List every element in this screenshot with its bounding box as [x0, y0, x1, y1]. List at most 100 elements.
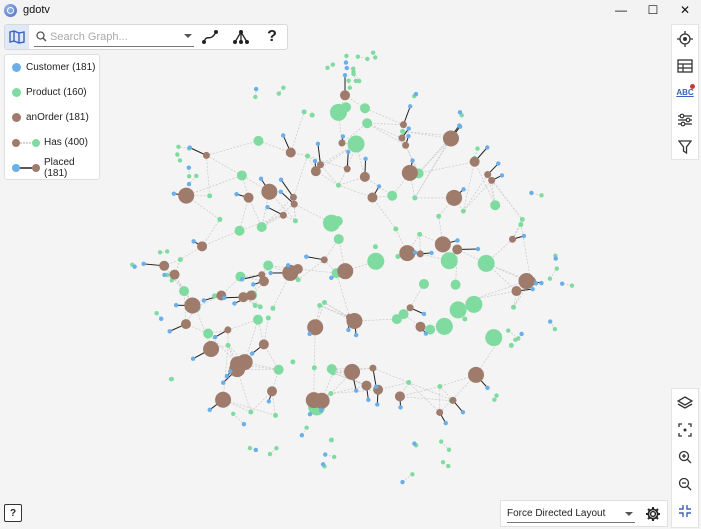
product-node[interactable] — [552, 326, 558, 332]
product-node[interactable] — [247, 445, 253, 451]
product-node[interactable] — [465, 295, 483, 313]
product-node[interactable] — [529, 190, 534, 196]
hierarchy-button[interactable] — [226, 25, 256, 49]
minimize-button[interactable]: — — [605, 0, 637, 20]
customer-node[interactable] — [342, 73, 348, 78]
product-node[interactable] — [304, 425, 309, 430]
product-node[interactable] — [230, 411, 236, 417]
product-node[interactable] — [412, 195, 418, 201]
customer-node[interactable] — [234, 191, 239, 197]
product-node[interactable] — [511, 304, 517, 310]
product-node[interactable] — [548, 319, 553, 324]
customer-node[interactable] — [373, 384, 379, 389]
customer-node[interactable] — [408, 104, 413, 109]
order-node[interactable] — [224, 326, 232, 334]
product-node[interactable] — [343, 60, 349, 65]
order-node[interactable] — [159, 260, 170, 271]
order-node[interactable] — [406, 304, 414, 312]
customer-node[interactable] — [171, 191, 177, 196]
product-node[interactable] — [330, 62, 336, 67]
order-node[interactable] — [345, 313, 353, 321]
product-node[interactable] — [457, 110, 463, 115]
product-node[interactable] — [234, 225, 245, 236]
customer-node[interactable] — [412, 250, 418, 255]
product-node[interactable] — [252, 302, 258, 308]
product-node[interactable] — [494, 340, 500, 346]
product-node[interactable] — [186, 181, 192, 187]
order-node[interactable] — [416, 250, 424, 258]
order-node[interactable] — [180, 319, 191, 330]
customer-node[interactable] — [353, 388, 359, 393]
product-node[interactable] — [351, 66, 356, 71]
order-node[interactable] — [229, 356, 246, 373]
order-node[interactable] — [359, 171, 370, 182]
order-node[interactable] — [316, 161, 324, 169]
customer-node[interactable] — [460, 410, 466, 415]
product-node[interactable] — [446, 463, 451, 469]
customer-node[interactable] — [187, 145, 193, 150]
product-node[interactable] — [492, 397, 497, 402]
product-node[interactable] — [169, 376, 174, 382]
product-node[interactable] — [353, 78, 359, 84]
order-node[interactable] — [202, 151, 210, 159]
filter-button[interactable] — [672, 133, 698, 160]
order-node[interactable] — [511, 286, 522, 297]
customer-node[interactable] — [162, 272, 167, 278]
customer-node[interactable] — [376, 184, 382, 189]
product-node[interactable] — [328, 391, 334, 397]
product-node[interactable] — [194, 173, 199, 179]
legend-item-placed[interactable]: Placed (181) — [5, 155, 99, 180]
customer-node[interactable] — [457, 124, 463, 129]
product-node[interactable] — [516, 336, 521, 341]
product-node[interactable] — [335, 182, 341, 188]
product-node[interactable] — [290, 359, 296, 365]
order-node[interactable] — [399, 245, 416, 262]
product-node[interactable] — [440, 252, 458, 270]
order-node[interactable] — [340, 90, 351, 101]
order-node[interactable] — [292, 264, 303, 275]
order-node[interactable] — [290, 200, 298, 208]
product-node[interactable] — [325, 65, 330, 71]
path-button[interactable] — [195, 25, 225, 49]
chevron-down-icon[interactable] — [184, 34, 192, 38]
product-node[interactable] — [412, 441, 417, 446]
product-node[interactable] — [328, 437, 334, 443]
customer-node[interactable] — [363, 156, 368, 161]
product-node[interactable] — [359, 103, 370, 114]
legend-item-product[interactable]: Product (160) — [5, 80, 99, 105]
product-node[interactable] — [333, 234, 344, 245]
graph-canvas[interactable] — [0, 20, 701, 529]
product-node[interactable] — [253, 135, 264, 146]
order-node[interactable] — [452, 244, 463, 255]
product-node[interactable] — [393, 226, 399, 232]
order-node[interactable] — [320, 256, 328, 264]
product-node[interactable] — [276, 91, 282, 96]
layout-select[interactable]: Force Directed Layout — [507, 505, 635, 523]
order-node[interactable] — [402, 141, 410, 149]
order-node[interactable] — [398, 134, 406, 142]
product-node[interactable] — [225, 342, 231, 348]
customer-node[interactable] — [220, 380, 226, 385]
order-node[interactable] — [488, 176, 496, 184]
order-node[interactable] — [446, 189, 463, 206]
order-node[interactable] — [169, 269, 180, 280]
customer-node[interactable] — [530, 286, 535, 292]
product-node[interactable] — [274, 446, 279, 451]
product-node[interactable] — [406, 379, 412, 385]
customer-node[interactable] — [307, 331, 312, 337]
order-node[interactable] — [285, 147, 296, 158]
customer-node[interactable] — [366, 397, 371, 403]
help-panel-button[interactable]: ? — [4, 504, 22, 522]
product-node[interactable] — [252, 314, 263, 325]
customer-node[interactable] — [251, 282, 256, 287]
customer-node[interactable] — [141, 261, 146, 267]
order-node[interactable] — [337, 263, 354, 280]
product-node[interactable] — [331, 454, 337, 460]
locate-button[interactable] — [672, 25, 698, 52]
product-node[interactable] — [462, 316, 468, 322]
product-node[interactable] — [347, 135, 365, 153]
collapse-button[interactable] — [672, 497, 698, 524]
layers-button[interactable] — [672, 389, 698, 416]
product-node[interactable] — [317, 302, 323, 308]
product-node[interactable] — [267, 451, 273, 457]
